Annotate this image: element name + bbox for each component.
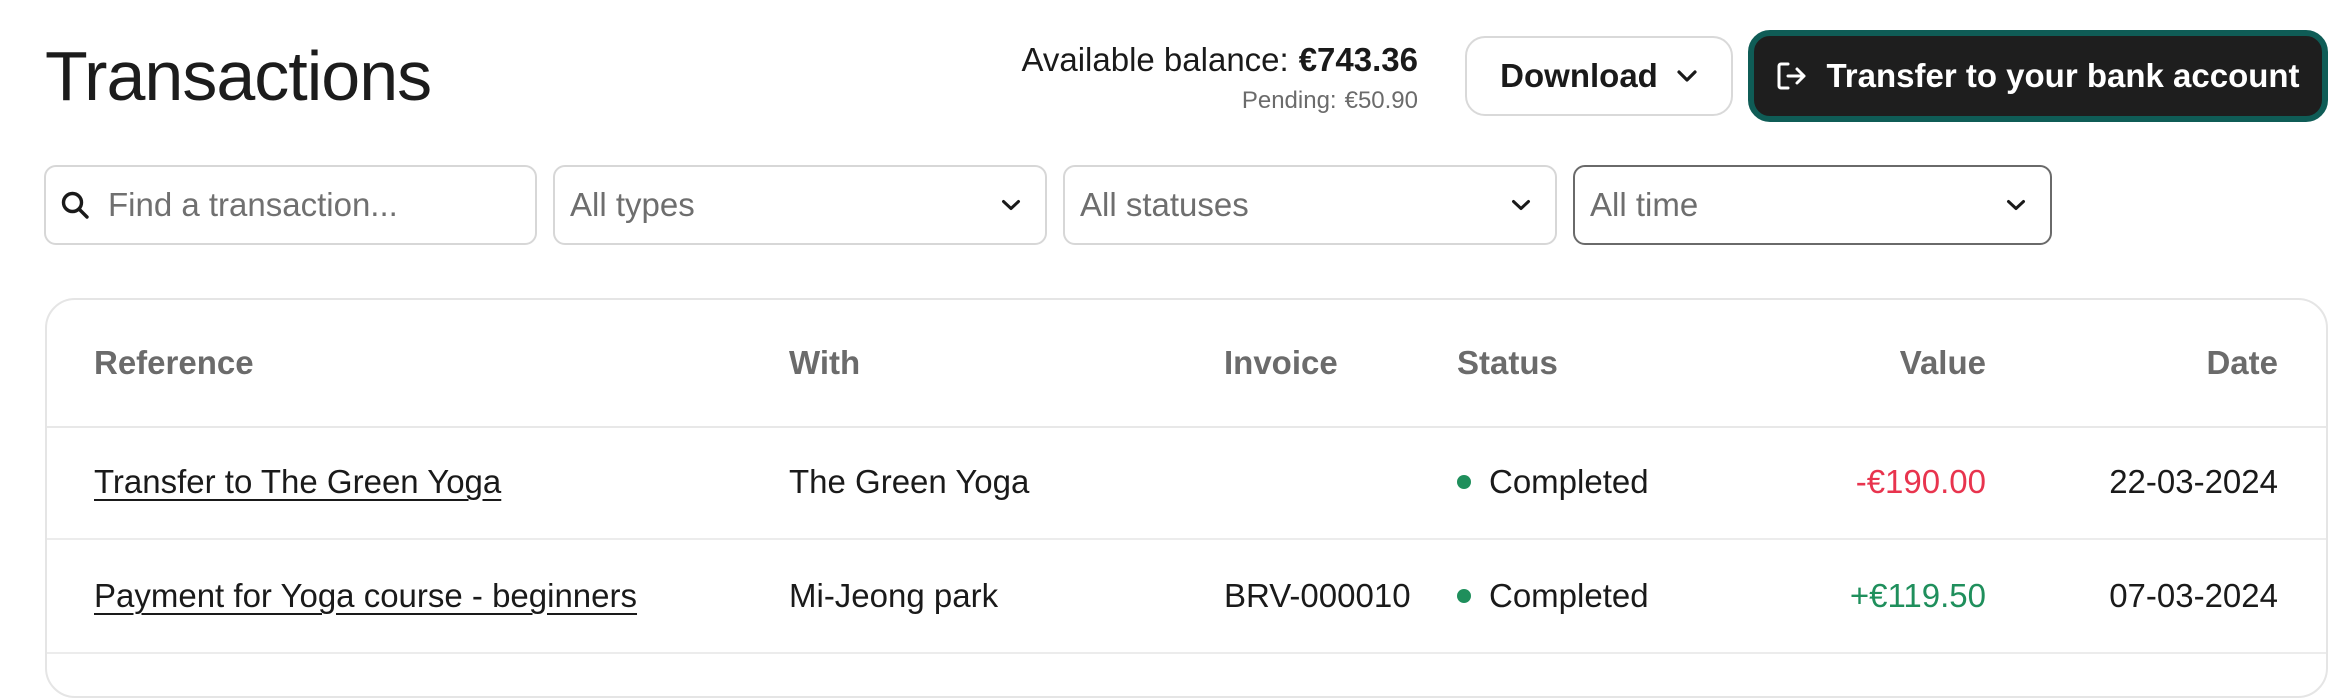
pending-balance: Pending: €50.90: [1021, 84, 1418, 118]
pending-value: €50.90: [1344, 87, 1418, 114]
search-input[interactable]: Find a transaction...: [44, 165, 537, 245]
download-button-label: Download: [1500, 57, 1658, 94]
column-header-invoice[interactable]: Invoice: [1224, 344, 1338, 382]
column-header-status[interactable]: Status: [1457, 344, 1558, 382]
transaction-date: 07-03-2024: [2109, 577, 2278, 614]
status-badge: Completed: [1457, 463, 1649, 501]
chevron-down-icon: [1001, 199, 1021, 211]
column-header-reference[interactable]: Reference: [94, 344, 254, 382]
column-header-date[interactable]: Date: [2206, 344, 2278, 382]
time-filter-select[interactable]: All time: [1573, 165, 2052, 245]
status-dot-icon: [1457, 589, 1471, 603]
type-filter-value: All types: [570, 186, 695, 223]
invoice-number: BRV-000010: [1224, 577, 1411, 614]
status-text: Completed: [1489, 577, 1649, 614]
transactions-table: Reference With Invoice Status Value Date…: [45, 298, 2328, 698]
available-balance-value: €743.36: [1298, 41, 1418, 78]
chevron-down-icon: [1676, 69, 1698, 83]
balance-summary: Available balance: €743.36 Pending: €50.90: [1021, 36, 1418, 118]
available-balance: Available balance: €743.36: [1021, 36, 1418, 84]
transaction-date: 22-03-2024: [2109, 463, 2278, 500]
status-filter-value: All statuses: [1080, 186, 1249, 223]
table-row[interactable]: Transfer to The Green Yoga The Green Yog…: [47, 426, 2326, 540]
column-header-with[interactable]: With: [789, 344, 860, 382]
time-filter-value: All time: [1590, 186, 1699, 223]
status-filter-select[interactable]: All statuses: [1063, 165, 1557, 245]
page-title: Transactions: [45, 37, 432, 115]
search-icon: [60, 190, 90, 220]
chevron-down-icon: [1511, 199, 1531, 211]
column-header-value[interactable]: Value: [1900, 344, 1986, 382]
pending-label: Pending:: [1241, 87, 1337, 114]
download-button[interactable]: Download: [1465, 36, 1733, 116]
transfer-button-label: Transfer to your bank account: [1826, 57, 2300, 94]
transaction-reference-link[interactable]: Payment for Yoga course - beginners: [94, 577, 637, 615]
status-dot-icon: [1457, 475, 1471, 489]
transaction-value: +€119.50: [1849, 577, 1986, 614]
counterparty: Mi-Jeong park: [789, 577, 999, 614]
type-filter-select[interactable]: All types: [553, 165, 1047, 245]
counterparty: The Green Yoga: [789, 463, 1030, 500]
status-text: Completed: [1489, 463, 1649, 500]
chevron-down-icon: [2006, 199, 2026, 211]
available-balance-label: Available balance:: [1021, 41, 1289, 78]
sign-out-icon: [1776, 61, 1808, 91]
transaction-reference-link[interactable]: Transfer to The Green Yoga: [94, 463, 501, 501]
search-placeholder: Find a transaction...: [108, 186, 398, 223]
transfer-to-bank-button[interactable]: Transfer to your bank account: [1748, 30, 2328, 122]
status-badge: Completed: [1457, 577, 1649, 615]
transaction-value: -€190.00: [1855, 463, 1986, 500]
table-row[interactable]: Payment for Yoga course - beginners Mi-J…: [47, 540, 2326, 654]
table-header-row: Reference With Invoice Status Value Date: [47, 300, 2326, 428]
